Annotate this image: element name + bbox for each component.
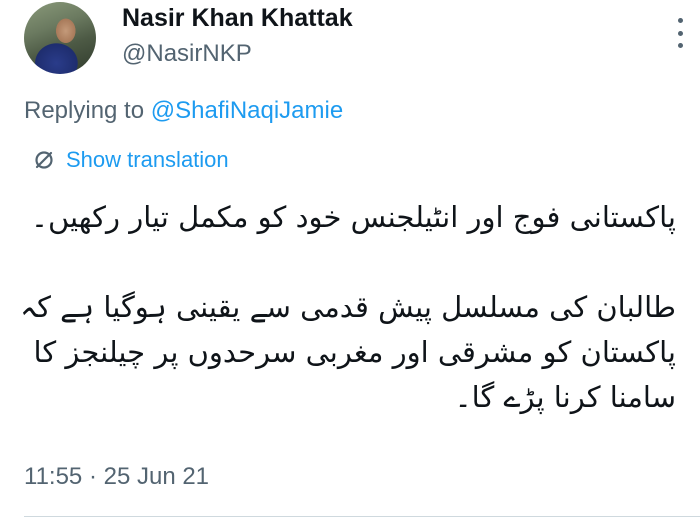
author-name[interactable]: Nasir Khan Khattak — [122, 4, 353, 33]
more-options-icon[interactable] — [670, 18, 690, 48]
tweet-line: سامنا کرنا پڑے گا۔ — [454, 380, 676, 414]
tweet-line: پاکستانی فوج اور انٹیلجنس خود کو مکمل تی… — [30, 200, 676, 234]
translate-icon — [35, 151, 53, 169]
replying-prefix: Replying to — [24, 97, 151, 124]
reply-mention-link[interactable]: @ShafiNaqiJamie — [151, 97, 343, 124]
avatar[interactable] — [24, 2, 96, 74]
more-dot — [677, 43, 683, 48]
more-dot — [677, 18, 683, 23]
author-handle[interactable]: @NasirNKP — [122, 40, 252, 68]
replying-to: Replying to @ShafiNaqiJamie — [24, 97, 343, 125]
divider — [24, 516, 700, 517]
tweet-text: پاکستانی فوج اور انٹیلجنس خود کو مکمل تی… — [0, 195, 676, 420]
tweet-line: طالبان کی مسلسل پیش قدمی سے یقینی ہوگیا … — [20, 290, 676, 324]
more-dot — [677, 30, 683, 36]
show-translation-button[interactable]: Show translation — [32, 145, 229, 175]
timestamp-link[interactable]: 11:55 · 25 Jun 21 — [24, 463, 209, 491]
show-translation-label: Show translation — [66, 147, 229, 172]
tweet-line: پاکستان کو مشرقی اور مغربی سرحدوں پر چیل… — [33, 335, 677, 369]
